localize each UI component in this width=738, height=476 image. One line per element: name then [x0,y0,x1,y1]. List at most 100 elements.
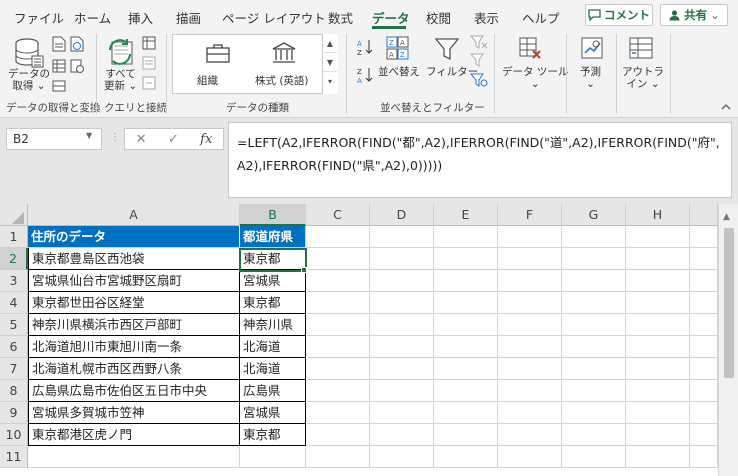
enter-icon[interactable]: ✓ [168,132,179,147]
gallery-up-icon[interactable]: ▲ [323,34,337,53]
column-header[interactable]: F [498,204,562,226]
sort-za-icon[interactable]: ZA [356,66,374,84]
cell[interactable] [498,446,562,468]
data-tools-button[interactable]: データ ツール ⌄ [502,66,568,90]
row-header[interactable]: 2 [0,248,28,270]
column-header[interactable]: H [626,204,690,226]
cell[interactable] [434,402,498,424]
column-header[interactable]: C [306,204,370,226]
tab-page-layout[interactable]: ページ レイアウト [222,8,326,27]
table-header-prefecture[interactable]: 都道府県 [240,226,306,248]
cell[interactable] [306,380,370,402]
address-cell[interactable]: 神奈川県横浜市西区戸部町 [28,314,240,336]
cell[interactable] [370,446,434,468]
comment-button[interactable]: コメント [585,4,653,26]
collapse-ribbon-icon[interactable] [720,102,732,112]
cell[interactable] [306,226,370,248]
cell[interactable] [498,248,562,270]
address-cell[interactable]: 宮城県仙台市宮城野区扇町 [28,270,240,292]
cell[interactable] [370,314,434,336]
cell[interactable] [434,424,498,446]
row-header[interactable]: 11 [0,446,28,468]
cell[interactable] [306,446,370,468]
cell[interactable] [626,358,690,380]
fill-handle[interactable] [301,267,307,273]
gallery-down-icon[interactable]: ▼ [323,53,337,72]
outline-button[interactable]: アウトラ イン ⌄ [622,66,664,90]
column-header[interactable]: A [28,204,240,226]
get-data-button[interactable]: データの 取得 ⌄ [8,68,50,92]
prefecture-cell[interactable]: 北海道 [240,336,306,358]
cell[interactable] [370,226,434,248]
cell[interactable] [626,446,690,468]
share-button[interactable]: 共有 ⌄ [660,4,728,26]
prefecture-cell[interactable]: 宮城県 [240,270,306,292]
cell[interactable] [562,336,626,358]
cell[interactable] [626,402,690,424]
row-header[interactable]: 8 [0,380,28,402]
cell[interactable] [498,226,562,248]
cell[interactable] [434,380,498,402]
cell[interactable] [562,402,626,424]
column-header[interactable] [690,204,718,226]
cell[interactable] [370,402,434,424]
insert-function-icon[interactable]: fx [200,132,212,147]
cell[interactable] [498,358,562,380]
tab-file[interactable]: ファイル [14,8,64,27]
column-header[interactable]: G [562,204,626,226]
refresh-all-button[interactable]: すべて 更新 ⌄ [104,68,137,92]
tab-home[interactable]: ホーム [74,8,111,27]
cell[interactable] [434,270,498,292]
filter-icon[interactable] [434,36,460,62]
cell[interactable] [562,424,626,446]
cell[interactable] [626,292,690,314]
cell[interactable] [306,424,370,446]
address-cell[interactable]: 広島県広島市佐伯区五日市中央 [28,380,240,402]
cell[interactable] [562,292,626,314]
sort-button[interactable]: 並べ替え [378,66,420,78]
refresh-all-icon[interactable] [106,36,136,66]
cell[interactable] [306,270,370,292]
address-cell[interactable]: 東京都世田谷区経堂 [28,292,240,314]
get-data-icon[interactable] [14,36,44,68]
prefecture-cell[interactable]: 東京都 [240,292,306,314]
tab-help[interactable]: ヘルプ [522,8,560,27]
data-tools-icon[interactable] [518,36,542,60]
column-header[interactable]: D [370,204,434,226]
cell[interactable] [306,314,370,336]
cell[interactable] [434,292,498,314]
cell[interactable] [434,248,498,270]
cell[interactable] [306,336,370,358]
datatype-organization[interactable]: 組織 [197,75,218,87]
cell[interactable] [370,424,434,446]
row-header[interactable]: 10 [0,424,28,446]
tab-review[interactable]: 校閲 [426,8,451,27]
edit-links-icon[interactable] [142,76,156,90]
cancel-icon[interactable]: ✕ [136,132,147,147]
tab-formulas[interactable]: 数式 [328,8,353,27]
cell[interactable] [370,292,434,314]
cell[interactable] [434,358,498,380]
select-all-button[interactable] [0,204,28,226]
prefecture-cell[interactable]: 宮城県 [240,402,306,424]
row-header[interactable]: 9 [0,402,28,424]
cell[interactable] [498,402,562,424]
cell[interactable] [690,380,718,402]
cell[interactable] [434,446,498,468]
cell[interactable] [626,248,690,270]
cell[interactable] [690,314,718,336]
scroll-up-icon[interactable]: ▲ [723,212,730,222]
cell[interactable] [306,358,370,380]
properties-icon[interactable] [142,56,156,70]
sort-az-icon[interactable]: AZ [356,38,374,56]
cell[interactable] [498,314,562,336]
cell[interactable] [370,336,434,358]
scroll-thumb[interactable] [724,228,734,378]
row-header[interactable]: 3 [0,270,28,292]
cell[interactable] [498,336,562,358]
prefecture-cell[interactable]: 神奈川県 [240,314,306,336]
datatype-stocks[interactable]: 株式 (英語) [255,75,309,87]
forecast-button[interactable]: 予測 ⌄ [580,66,601,90]
vertical-scrollbar[interactable]: ▲ [718,204,738,476]
data-types-gallery[interactable]: 組織 株式 (英語) [172,34,338,94]
